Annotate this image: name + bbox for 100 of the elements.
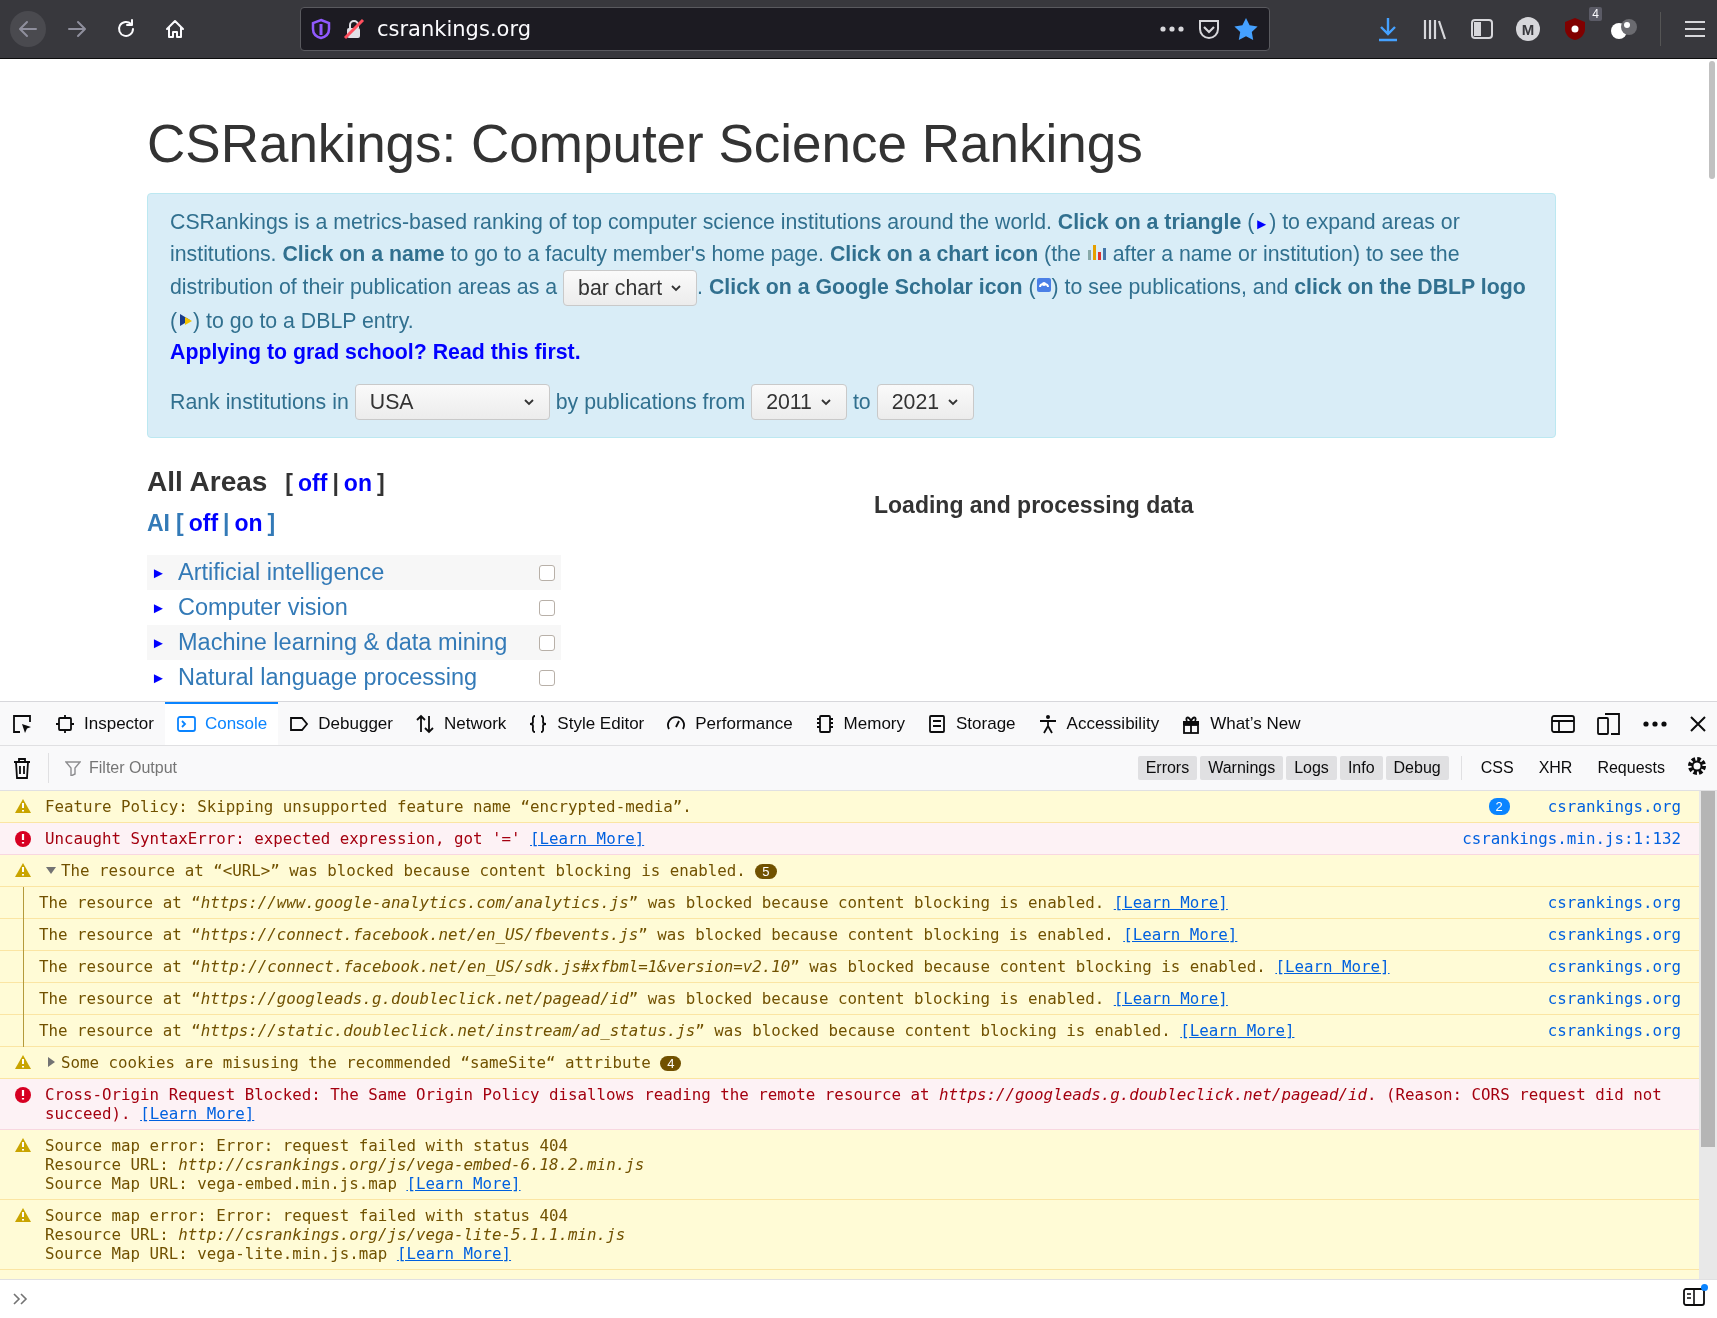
devtools-tab[interactable]: Network xyxy=(404,702,518,745)
extension-balls-icon[interactable] xyxy=(1610,17,1638,41)
devtools-tab[interactable]: What’s New xyxy=(1170,702,1312,745)
devtools-tab[interactable]: Accessibility xyxy=(1026,702,1171,745)
year-select[interactable]: 2011 xyxy=(751,384,847,421)
responsive-design-icon[interactable] xyxy=(1597,712,1621,735)
type-filter-button[interactable]: CSS xyxy=(1472,756,1522,780)
scholar-icon[interactable] xyxy=(1035,275,1052,294)
level-filter-button[interactable]: Logs xyxy=(1286,756,1337,780)
filter-field[interactable]: Filter Output xyxy=(87,758,965,778)
area-checkbox[interactable] xyxy=(539,599,555,616)
scrollbar[interactable] xyxy=(1709,61,1715,179)
region-select[interactable]: USA xyxy=(354,384,550,421)
caret-icon[interactable] xyxy=(522,398,535,407)
home-icon[interactable] xyxy=(164,18,186,40)
area-checkbox[interactable] xyxy=(539,669,555,686)
more-icon[interactable] xyxy=(1159,25,1185,33)
grad-school-link[interactable]: Applying to grad school? Read this first. xyxy=(170,337,581,369)
element-picker-icon[interactable] xyxy=(11,712,33,735)
area-link[interactable]: Artificial intelligence xyxy=(178,559,539,587)
level-filter-button[interactable]: Errors xyxy=(1137,756,1198,780)
account-avatar[interactable]: M xyxy=(1516,17,1540,41)
area-row[interactable]: ► Artificial intelligence xyxy=(147,555,561,591)
dock-layout-icon[interactable] xyxy=(1551,713,1575,734)
bracket-text: ] xyxy=(267,510,276,538)
area-row[interactable]: ► Machine learning & data mining xyxy=(147,625,561,661)
toggle-link[interactable]: on xyxy=(229,510,268,538)
crossed-lock-icon[interactable] xyxy=(343,18,365,40)
toggle-link[interactable]: off xyxy=(183,510,224,538)
area-checkbox[interactable] xyxy=(539,564,555,581)
settings-icon[interactable] xyxy=(1685,754,1709,778)
address-bar[interactable]: csrankings.org xyxy=(300,7,1270,51)
caret-icon[interactable] xyxy=(670,284,683,293)
devtools-tab[interactable]: Memory xyxy=(803,702,916,745)
area-checkbox[interactable] xyxy=(539,634,555,651)
level-filter-button[interactable]: Info xyxy=(1339,756,1383,780)
devtools-tab[interactable]: Console xyxy=(164,702,279,745)
expand-triangle[interactable]: ► xyxy=(151,634,178,652)
caret-icon[interactable] xyxy=(947,398,960,407)
prompt-icon xyxy=(12,1292,30,1306)
expand-triangle[interactable]: ► xyxy=(151,669,178,687)
source-link[interactable]: csrankings.org xyxy=(1547,797,1681,816)
menu-icon[interactable] xyxy=(1683,19,1707,39)
source-link[interactable]: csrankings.min.js:1:132 xyxy=(1462,829,1681,848)
level-filter-button[interactable]: Warnings xyxy=(1200,756,1284,780)
disclosure-arrow-icon[interactable] xyxy=(45,1056,57,1068)
area-link[interactable]: Natural language processing xyxy=(178,664,539,692)
source-link[interactable]: csrankings.org xyxy=(1547,989,1681,1008)
message-text: Uncaught SyntaxError: expected expression, got '=' [Learn More] xyxy=(45,829,646,848)
source-link[interactable]: csrankings.org xyxy=(1547,957,1681,976)
source-link[interactable]: csrankings.org xyxy=(1547,1021,1681,1040)
more-icon[interactable] xyxy=(1643,720,1667,727)
devtools-tab[interactable]: Storage xyxy=(916,702,1027,745)
back-arrow-icon[interactable] xyxy=(17,18,39,40)
learn-more-link[interactable]: [Learn More] xyxy=(1113,893,1228,912)
area-row[interactable]: ► Computer vision xyxy=(147,590,561,626)
toggle-link[interactable]: on xyxy=(338,470,377,498)
devtools-tab[interactable]: Performance xyxy=(655,702,804,745)
devtools-tab[interactable]: Debugger xyxy=(278,702,404,745)
star-icon[interactable] xyxy=(1233,17,1259,41)
library-icon[interactable] xyxy=(1422,17,1448,41)
download-icon[interactable] xyxy=(1376,16,1400,42)
learn-more-link[interactable]: [Learn More] xyxy=(1180,1021,1295,1040)
type-filter-button[interactable]: Requests xyxy=(1589,756,1673,780)
source-link[interactable]: csrankings.org xyxy=(1547,893,1681,912)
learn-more-link[interactable]: [Learn More] xyxy=(1275,957,1390,976)
message-text: The resource at “<URL>” was blocked because content blocking is enabled. xyxy=(61,861,746,880)
expand-triangle[interactable]: ► xyxy=(151,599,178,617)
toggle-link[interactable]: off xyxy=(293,470,333,498)
learn-more-link[interactable]: [Learn More] xyxy=(396,1244,512,1263)
area-link[interactable]: Computer vision xyxy=(178,594,539,622)
bracket-text: ] xyxy=(376,470,385,498)
warning-icon xyxy=(13,1137,32,1153)
caret-icon[interactable] xyxy=(819,398,832,407)
source-link[interactable]: csrankings.org xyxy=(1547,925,1681,944)
trash-icon[interactable] xyxy=(12,757,32,779)
learn-more-link[interactable]: [Learn More] xyxy=(1123,925,1238,944)
rank-label: by publications from xyxy=(555,388,746,416)
scrollbar[interactable] xyxy=(1699,791,1717,1279)
area-row[interactable]: ► Natural language processing xyxy=(147,660,561,696)
shield-icon[interactable] xyxy=(311,18,331,40)
learn-more-link[interactable]: [Learn More] xyxy=(140,1104,255,1123)
disclosure-arrow-icon[interactable] xyxy=(45,864,57,876)
expand-triangle[interactable]: ► xyxy=(151,564,178,582)
devtools-tab[interactable]: Style Editor xyxy=(517,702,656,745)
devtools-tab[interactable]: Inspector xyxy=(44,702,165,745)
learn-more-link[interactable]: [Learn More] xyxy=(1113,989,1228,1008)
type-filter-button[interactable]: XHR xyxy=(1530,756,1581,780)
area-link[interactable]: Machine learning & data mining xyxy=(178,629,539,657)
learn-more-link[interactable]: [Learn More] xyxy=(530,829,645,848)
back-button[interactable] xyxy=(10,11,46,47)
close-icon[interactable] xyxy=(1689,714,1707,733)
learn-more-link[interactable]: [Learn More] xyxy=(406,1174,521,1193)
year-select[interactable]: 2021 xyxy=(876,384,975,421)
level-filter-button[interactable]: Debug xyxy=(1385,756,1449,780)
pocket-icon[interactable] xyxy=(1197,18,1221,40)
sidebar-icon[interactable] xyxy=(1470,18,1494,40)
reload-icon[interactable] xyxy=(115,18,137,40)
chart-type-select[interactable]: bar chart xyxy=(563,270,698,307)
forward-arrow-icon[interactable] xyxy=(66,18,88,40)
